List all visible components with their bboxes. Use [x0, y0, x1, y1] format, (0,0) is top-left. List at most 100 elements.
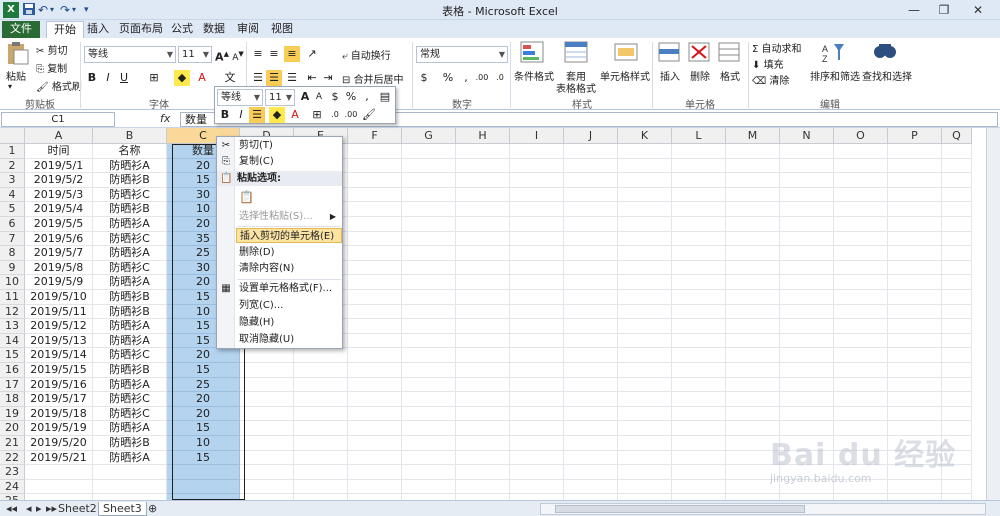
grid-cell[interactable] — [564, 348, 618, 363]
grid-cell[interactable]: 15 — [167, 450, 240, 466]
row-header[interactable]: 4 — [0, 187, 25, 203]
grid-cell[interactable] — [942, 333, 972, 349]
grid-cell[interactable]: 2019/5/14 — [25, 348, 93, 363]
grid-cell[interactable] — [618, 187, 672, 203]
grid-cell[interactable] — [834, 217, 888, 232]
grid-cell[interactable] — [456, 304, 510, 320]
grid-cell[interactable] — [726, 275, 780, 290]
grid-cell[interactable] — [726, 217, 780, 232]
grid-cell[interactable] — [456, 421, 510, 436]
grid-cell[interactable] — [456, 436, 510, 451]
orientation-icon[interactable]: ↗ — [304, 46, 320, 62]
row-header[interactable]: 17 — [0, 377, 25, 393]
grid-cell[interactable] — [240, 436, 294, 451]
grid-cell[interactable] — [510, 450, 564, 466]
grid-cell[interactable] — [348, 348, 402, 363]
grid-cell[interactable] — [618, 246, 672, 261]
grid-cell[interactable] — [510, 406, 564, 422]
grid-cell[interactable] — [618, 406, 672, 422]
clear-button[interactable]: ⌫ 清除 — [752, 72, 789, 87]
vertical-scrollbar[interactable] — [986, 128, 1000, 500]
tab-file[interactable]: 文件 — [2, 21, 40, 38]
grid-cell[interactable] — [672, 363, 726, 378]
grid-cell[interactable] — [456, 377, 510, 393]
grid-cell[interactable]: 2019/5/5 — [25, 217, 93, 232]
grid-cell[interactable] — [348, 173, 402, 188]
column-header-o[interactable]: O — [834, 128, 888, 144]
menu-format-cells[interactable]: 设置单元格格式(F)... — [236, 281, 342, 296]
grid-cell[interactable] — [240, 406, 294, 422]
grid-cell[interactable] — [348, 246, 402, 261]
conditional-format-icon[interactable] — [518, 40, 548, 68]
grid-cell[interactable] — [888, 144, 942, 159]
wrap-text-button[interactable]: ⤶ 自动换行 — [342, 47, 391, 62]
row-header[interactable]: 19 — [0, 406, 25, 422]
sort-filter-icon[interactable]: AZ — [820, 40, 850, 68]
format-painter-icon[interactable]: 🖌 — [361, 107, 377, 123]
tab-data[interactable]: 数据 — [196, 21, 232, 38]
grid-cell[interactable] — [726, 187, 780, 203]
grid-cell[interactable] — [672, 246, 726, 261]
grid-cell[interactable] — [834, 348, 888, 363]
row-header[interactable]: 24 — [0, 479, 25, 495]
grid-cell[interactable] — [942, 144, 972, 159]
grid-cell[interactable] — [672, 144, 726, 159]
fill-color-icon[interactable]: ◆ — [269, 107, 285, 123]
grid-cell[interactable] — [93, 465, 167, 480]
cell-styles-icon[interactable] — [612, 40, 642, 68]
grid-cell[interactable] — [834, 144, 888, 159]
grid-cell[interactable]: 防晒衫A — [93, 217, 167, 232]
grid-cell[interactable] — [618, 275, 672, 290]
grid-cell[interactable] — [780, 290, 834, 305]
grid-cell[interactable] — [510, 319, 564, 334]
grid-cell[interactable] — [672, 333, 726, 349]
grid-cell[interactable] — [510, 392, 564, 407]
grid-cell[interactable] — [726, 290, 780, 305]
grid-cell[interactable] — [564, 260, 618, 276]
grid-cell[interactable] — [402, 392, 456, 407]
grid-cell[interactable]: 2019/5/19 — [25, 421, 93, 436]
grid-cell[interactable] — [672, 158, 726, 174]
grid-cell[interactable] — [888, 187, 942, 203]
grid-cell[interactable] — [942, 348, 972, 363]
grid-cell[interactable] — [167, 465, 240, 480]
grid-cell[interactable] — [456, 392, 510, 407]
grid-cell[interactable] — [888, 202, 942, 217]
grid-cell[interactable] — [888, 479, 942, 495]
grid-cell[interactable] — [672, 187, 726, 203]
grid-cell[interactable] — [618, 202, 672, 217]
grid-cell[interactable] — [510, 217, 564, 232]
grid-cell[interactable]: 2019/5/16 — [25, 377, 93, 393]
grid-cell[interactable] — [726, 304, 780, 320]
grid-cell[interactable] — [402, 479, 456, 495]
grid-cell[interactable] — [348, 275, 402, 290]
grid-cell[interactable] — [564, 450, 618, 466]
grid-cell[interactable] — [726, 406, 780, 422]
grid-cell[interactable]: 防晒衫B — [93, 173, 167, 188]
sort-filter-button[interactable]: 排序和筛选 — [810, 68, 860, 83]
increase-indent-icon[interactable]: ⇥ — [320, 70, 336, 86]
menu-hide[interactable]: 隐藏(H) — [236, 315, 342, 330]
grid-cell[interactable] — [834, 304, 888, 320]
grid-cell[interactable] — [780, 333, 834, 349]
grid-cell[interactable] — [780, 144, 834, 159]
scroll-thumb[interactable] — [555, 505, 805, 513]
grid-cell[interactable] — [564, 275, 618, 290]
grid-cell[interactable] — [726, 392, 780, 407]
row-header[interactable]: 16 — [0, 363, 25, 378]
grid-cell[interactable] — [402, 377, 456, 393]
grid-cell[interactable] — [834, 392, 888, 407]
grid-cell[interactable] — [240, 421, 294, 436]
grid-cell[interactable] — [834, 246, 888, 261]
grid-cell[interactable] — [456, 465, 510, 480]
grid-cell[interactable] — [888, 217, 942, 232]
row-header[interactable]: 7 — [0, 231, 25, 247]
grid-cell[interactable] — [402, 173, 456, 188]
row-header[interactable]: 1 — [0, 144, 25, 159]
grid-cell[interactable]: 2019/5/9 — [25, 275, 93, 290]
grid-cell[interactable]: 防晒衫B — [93, 363, 167, 378]
grid-cell[interactable] — [564, 319, 618, 334]
grid-cell[interactable] — [780, 348, 834, 363]
grid-cell[interactable]: 20 — [167, 392, 240, 407]
grid-cell[interactable] — [834, 202, 888, 217]
